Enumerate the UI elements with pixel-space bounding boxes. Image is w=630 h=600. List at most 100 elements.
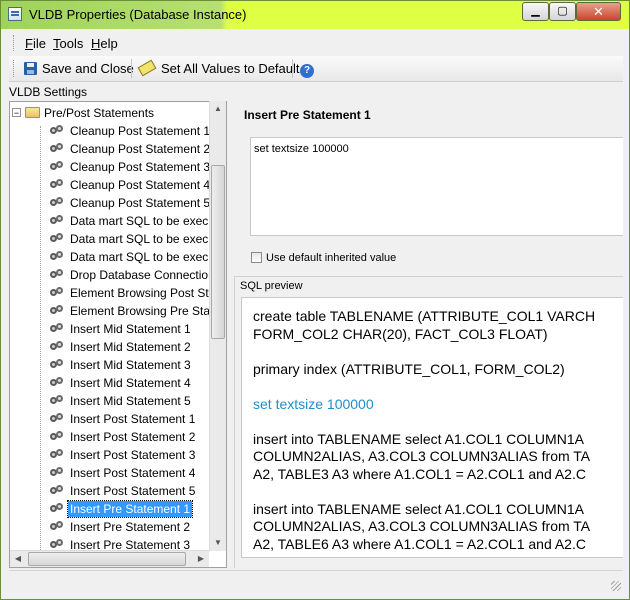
eraser-icon bbox=[137, 59, 157, 77]
maximize-button[interactable]: ▢ bbox=[549, 2, 576, 21]
tree-item[interactable]: Element Browsing Pre Stat bbox=[50, 302, 215, 320]
tree-item[interactable]: Cleanup Post Statement 5 bbox=[50, 194, 212, 212]
tree-item-label: Data mart SQL to be execu bbox=[70, 250, 215, 264]
close-button[interactable]: ✕ bbox=[576, 2, 621, 21]
tree-item[interactable]: Cleanup Post Statement 2 bbox=[50, 140, 212, 158]
sql-preview-group: SQL preview create table TABLENAME (ATTR… bbox=[234, 276, 623, 568]
tree-item-label: Insert Mid Statement 3 bbox=[70, 358, 191, 372]
tree-item[interactable]: Insert Post Statement 3 bbox=[50, 446, 197, 464]
tree-item[interactable]: Insert Mid Statement 3 bbox=[50, 356, 193, 374]
gear-icon bbox=[50, 503, 64, 514]
tree-connector-lines bbox=[40, 126, 42, 566]
window-title: VLDB Properties (Database Instance) bbox=[29, 7, 247, 22]
tree-horizontal-scroll-thumb[interactable] bbox=[28, 552, 186, 566]
tree-item-label: Insert Post Statement 1 bbox=[70, 412, 196, 426]
tree-item-label: Cleanup Post Statement 4 bbox=[70, 178, 211, 192]
floppy-disk-icon bbox=[24, 62, 37, 75]
gear-icon bbox=[50, 233, 64, 244]
sql-preview-box[interactable]: create table TABLENAME (ATTRIBUTE_COL1 V… bbox=[241, 297, 623, 558]
tree-item-label: Cleanup Post Statement 2 bbox=[70, 142, 211, 156]
gear-icon bbox=[50, 287, 64, 298]
tree-item-label: Cleanup Post Statement 3 bbox=[70, 160, 211, 174]
menu-file[interactable]: File bbox=[25, 36, 46, 51]
tree-item[interactable]: Data mart SQL to be execu bbox=[50, 248, 217, 266]
use-default-inherited-checkbox-row[interactable]: Use default inherited value bbox=[251, 252, 396, 264]
sql-preview-line: insert into TABLENAME select A1.COL1 COL… bbox=[253, 500, 584, 517]
tree-item[interactable]: Drop Database Connection bbox=[50, 266, 217, 284]
setting-title: Insert Pre Statement 1 bbox=[244, 108, 371, 122]
tree-item[interactable]: Cleanup Post Statement 1 bbox=[50, 122, 212, 140]
tree-root-pre-post-statements[interactable]: − Pre/Post Statements bbox=[12, 104, 154, 122]
tree-horizontal-scrollbar[interactable]: ◀ ▶ bbox=[10, 550, 209, 567]
tree-item[interactable]: Insert Post Statement 2 bbox=[50, 428, 197, 446]
toolbar-separator bbox=[292, 59, 293, 78]
vldb-properties-window: VLDB Properties (Database Instance) ▁ ▢ … bbox=[0, 0, 630, 600]
help-button[interactable]: ? bbox=[300, 59, 314, 78]
gear-icon bbox=[50, 197, 64, 208]
gear-icon bbox=[50, 125, 64, 136]
scroll-up-icon[interactable]: ▲ bbox=[210, 101, 226, 117]
vldb-settings-label: VLDB Settings bbox=[9, 85, 88, 99]
gear-icon bbox=[50, 413, 64, 424]
title-bar[interactable]: VLDB Properties (Database Instance) ▁ ▢ … bbox=[1, 1, 629, 29]
tree-item[interactable]: Insert Pre Statement 2 bbox=[50, 518, 192, 536]
tree-item[interactable]: Cleanup Post Statement 3 bbox=[50, 158, 212, 176]
help-icon: ? bbox=[300, 64, 314, 78]
tree-item-label: Cleanup Post Statement 5 bbox=[70, 196, 211, 210]
tree-item-label: Drop Database Connection bbox=[70, 268, 215, 282]
settings-tree[interactable]: − Pre/Post Statements Cleanup Post Statem… bbox=[9, 101, 227, 568]
sql-preview-line-highlighted: set textsize 100000 bbox=[253, 395, 374, 412]
sql-preview-line: insert into TABLENAME select A1.COL1 COL… bbox=[253, 430, 584, 447]
scroll-right-icon[interactable]: ▶ bbox=[193, 551, 209, 567]
toolbar-separator bbox=[131, 59, 132, 78]
gear-icon bbox=[50, 359, 64, 370]
tree-item[interactable]: Insert Pre Statement 1 bbox=[50, 500, 194, 518]
tree-item[interactable]: Insert Post Statement 1 bbox=[50, 410, 197, 428]
gear-icon bbox=[50, 215, 64, 226]
minimize-button[interactable]: ▁ bbox=[522, 2, 549, 21]
use-default-inherited-checkbox[interactable] bbox=[251, 252, 262, 263]
tree-item[interactable]: Insert Mid Statement 2 bbox=[50, 338, 193, 356]
tree-item-label: Insert Post Statement 2 bbox=[70, 430, 196, 444]
sql-preview-line: FORM_COL2 CHAR(20), FACT_COL3 FLOAT) bbox=[253, 325, 548, 342]
tree-item[interactable]: Insert Mid Statement 4 bbox=[50, 374, 193, 392]
menu-help[interactable]: Help bbox=[91, 36, 118, 51]
scroll-down-icon[interactable]: ▼ bbox=[210, 535, 226, 551]
save-and-close-button[interactable]: Save and Close bbox=[24, 59, 134, 78]
sql-preview-line: COLUMN2ALIAS, A3.COL3 COLUMN3ALIAS from … bbox=[253, 448, 591, 464]
sql-preview-line: primary index (ATTRIBUTE_COL1, FORM_COL2… bbox=[253, 360, 565, 377]
app-window-icon bbox=[8, 7, 22, 21]
tree-item[interactable]: Data mart SQL to be execu bbox=[50, 230, 217, 248]
scroll-left-icon[interactable]: ◀ bbox=[10, 551, 26, 567]
tree-item[interactable]: Insert Post Statement 5 bbox=[50, 482, 197, 500]
gear-icon bbox=[50, 341, 64, 352]
collapse-icon[interactable]: − bbox=[12, 108, 21, 118]
tree-item[interactable]: Insert Post Statement 4 bbox=[50, 464, 197, 482]
tree-vertical-scroll-thumb[interactable] bbox=[211, 165, 225, 339]
menu-tools[interactable]: Tools bbox=[53, 36, 83, 51]
tree-item[interactable]: Insert Mid Statement 1 bbox=[50, 320, 193, 338]
statement-value-text: set textsize 100000 bbox=[254, 143, 349, 155]
tree-item[interactable]: Element Browsing Post Stat bbox=[50, 284, 221, 302]
sql-preview-line: A2, TABLE6 A3 where A1.COL1 = A2.COL1 an… bbox=[253, 535, 586, 552]
gear-icon bbox=[50, 305, 64, 316]
toolbar: Save and Close Set All Values to Default… bbox=[9, 56, 623, 82]
resize-grip-icon[interactable] bbox=[611, 581, 621, 591]
tree-item-label: Insert Mid Statement 5 bbox=[70, 394, 191, 408]
tree-item[interactable]: Insert Mid Statement 5 bbox=[50, 392, 193, 410]
gear-icon bbox=[50, 251, 64, 262]
tree-item-label: Insert Mid Statement 1 bbox=[70, 322, 191, 336]
folder-open-icon bbox=[25, 107, 40, 118]
status-bar bbox=[9, 570, 623, 593]
tree-item-label: Insert Post Statement 3 bbox=[70, 448, 196, 462]
tree-item[interactable]: Data mart SQL to be execu bbox=[50, 212, 217, 230]
setting-detail-panel: Insert Pre Statement 1 set textsize 1000… bbox=[231, 101, 623, 568]
gear-icon bbox=[50, 161, 64, 172]
tree-item[interactable]: Cleanup Post Statement 4 bbox=[50, 176, 212, 194]
sql-preview-line: COLUMN2ALIAS, A3.COL3 COLUMN3ALIAS from … bbox=[253, 518, 591, 534]
set-all-defaults-button[interactable]: Set All Values to Default bbox=[137, 59, 300, 78]
tree-vertical-scrollbar[interactable]: ▲ ▼ bbox=[209, 101, 226, 551]
statement-value-textarea[interactable]: set textsize 100000 bbox=[250, 137, 623, 236]
tree-item-label: Element Browsing Post Stat bbox=[70, 286, 219, 300]
menu-bar: File Tools Help bbox=[9, 32, 623, 54]
